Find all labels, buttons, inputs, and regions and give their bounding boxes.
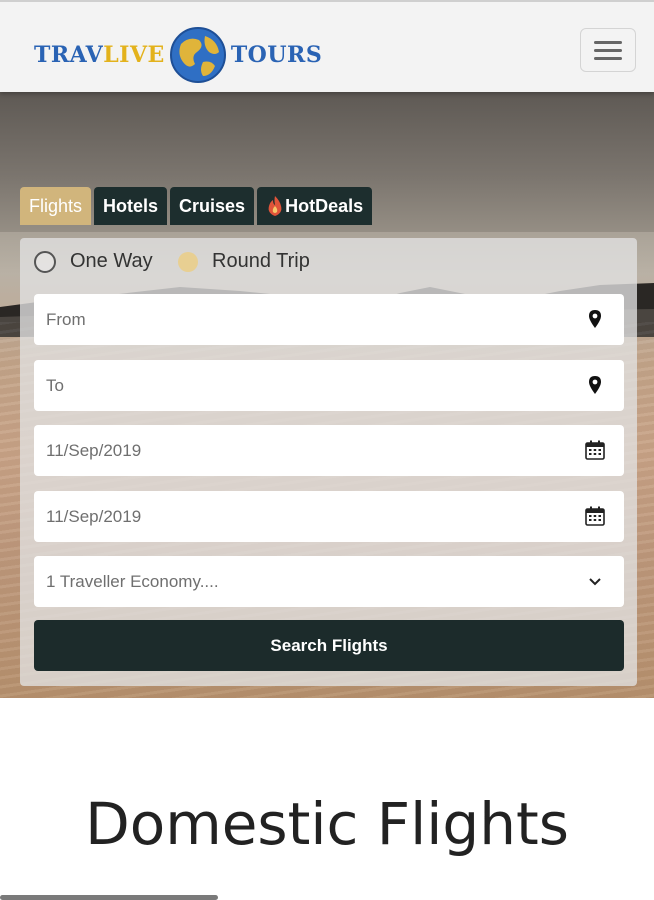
one-way-label: One Way [70,250,153,272]
search-flights-button[interactable]: Search Flights [34,620,624,671]
tab-hotels[interactable]: Hotels [94,187,168,225]
logo-text-right: TOURS [230,42,323,68]
to-input[interactable]: To [34,360,624,411]
trip-option-one-way[interactable]: One Way [34,250,153,273]
trip-option-round-trip[interactable]: Round Trip [178,250,310,273]
location-pin-icon [589,376,601,394]
round-trip-label: Round Trip [212,250,310,272]
to-placeholder: To [46,375,64,395]
search-tabs: Flights Hotels Cruises HotDeals [20,187,373,225]
top-navbar: TRAVLIVE TOURS [0,0,654,92]
brand-logo[interactable]: TRAVLIVE TOURS [34,26,322,84]
chevron-down-icon [589,578,601,586]
logo-text-left: TRAVLIVE [34,42,165,68]
section-title: Domestic Flights [85,790,569,858]
location-pin-icon [589,310,601,328]
calendar-icon [585,440,605,460]
return-date-input[interactable]: 11/Sep/2019 [34,491,624,542]
flight-search-form: One Way Round Trip From To 11/Sep/2019 1… [20,238,637,686]
depart-date-input[interactable]: 11/Sep/2019 [34,425,624,476]
travellers-select[interactable]: 1 Traveller Economy.... [34,556,624,607]
calendar-icon [585,506,605,526]
horizontal-scrollbar[interactable] [0,895,218,900]
globe-icon [169,27,226,83]
travellers-value: 1 Traveller Economy.... [46,571,219,591]
from-input[interactable]: From [34,294,624,345]
tab-hotdeals[interactable]: HotDeals [257,187,373,225]
return-date-value: 11/Sep/2019 [46,506,142,526]
tab-cruises[interactable]: Cruises [170,187,255,225]
hamburger-menu-icon [594,40,622,44]
from-placeholder: From [46,309,86,329]
round-trip-radio[interactable] [178,251,198,272]
depart-date-value: 11/Sep/2019 [46,440,142,460]
one-way-radio[interactable] [34,250,56,273]
tab-flights[interactable]: Flights [20,187,92,225]
logo-text-mid: LIVE [103,42,165,68]
fire-icon [268,196,282,216]
hamburger-menu-button[interactable] [580,28,636,72]
